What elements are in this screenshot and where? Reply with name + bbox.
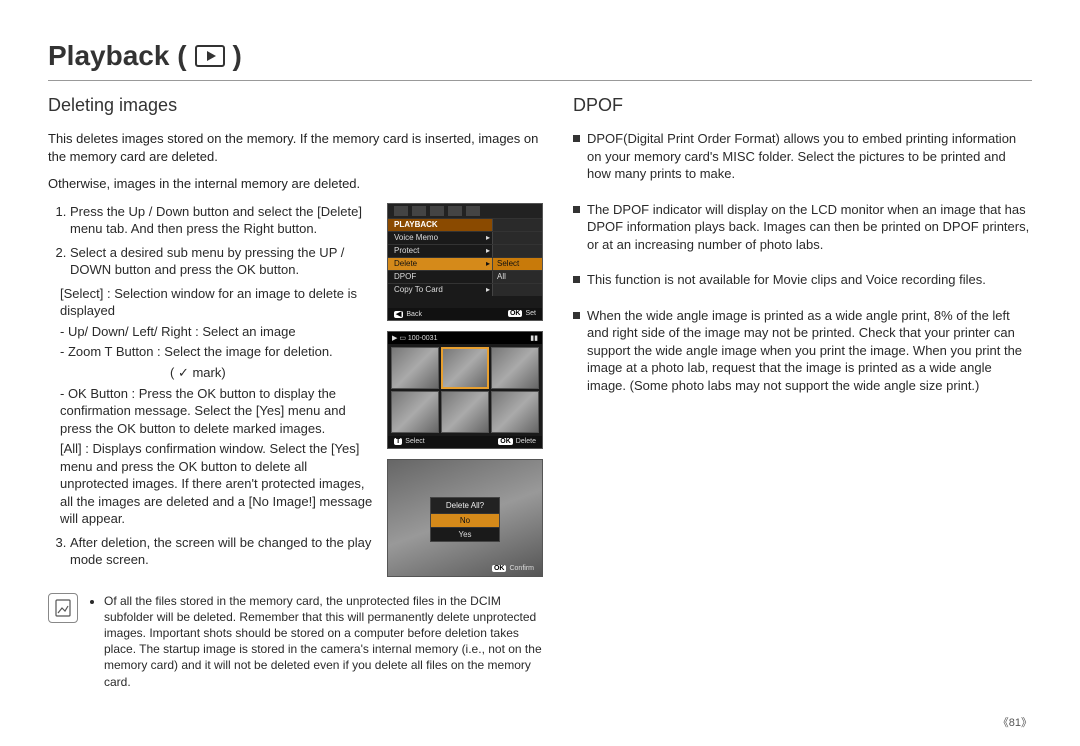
dialog-title: Delete All? [431,498,499,513]
screenshot-dialog: Delete All? No Yes OKConfirm [387,459,543,577]
sub-ok: - OK Button : Press the OK button to dis… [60,385,377,438]
dpof-bullet-3: This function is not available for Movie… [573,271,1032,289]
dpof-bullet-4: When the wide angle image is printed as … [573,307,1032,395]
sub-mark: ( ✓ mark) [170,364,377,382]
note-text: Of all the files stored in the memory ca… [104,593,543,690]
right-column: DPOF DPOF(Digital Print Order Format) al… [573,95,1032,690]
note-box: Of all the files stored in the memory ca… [48,593,543,690]
step-2: Select a desired sub menu by pressing th… [70,244,377,279]
step-1: Press the Up / Down button and select th… [70,203,377,238]
screenshots-column: PLAYBACK Voice Memo▸ Protect▸ Delete▸Sel… [387,203,543,577]
thumb-footer: TSelect OKDelete [388,436,542,448]
step-3: After deletion, the screen will be chang… [70,534,377,569]
sub-zoom: - Zoom T Button : Select the image for d… [60,343,377,361]
menu-row-copy: Copy To Card▸ [388,283,542,296]
dialog-footer: OKConfirm [492,565,534,572]
title-rule [48,80,1032,81]
thumb-topbar: ▶ ▭ 100-0031 ▮▮ [388,332,542,344]
menu-row-protect: Protect▸ [388,244,542,257]
sub-select: [Select] : Selection window for an image… [60,285,377,320]
dpof-bullet-2: The DPOF indicator will display on the L… [573,201,1032,254]
play-icon [195,45,225,67]
note-icon [48,593,78,623]
menu-header: PLAYBACK [388,218,542,231]
right-heading: DPOF [573,95,1032,116]
sub-updown: - Up/ Down/ Left/ Right : Select an imag… [60,323,377,341]
sub-all: [All] : Displays confirmation window. Se… [60,440,377,528]
screenshot-thumbnails: ▶ ▭ 100-0031 ▮▮ TSelect OKDelete [387,331,543,449]
thumb-grid [388,344,542,436]
dpof-bullet-1: DPOF(Digital Print Order Format) allows … [573,130,1032,183]
title-text-start: Playback ( [48,40,187,72]
screenshot-menu: PLAYBACK Voice Memo▸ Protect▸ Delete▸Sel… [387,203,543,321]
title-text-end: ) [233,40,242,72]
menu-row-voicememo: Voice Memo▸ [388,231,542,244]
left-intro-1: This deletes images stored on the memory… [48,130,543,165]
dialog-opt-yes: Yes [431,527,499,541]
menu-row-delete: Delete▸Select [388,257,542,270]
left-column: Deleting images This deletes images stor… [48,95,543,690]
dialog-opt-no: No [431,513,499,527]
page-title: Playback ( ) [48,40,1032,72]
page-number: 《81》 [998,714,1032,730]
menu-row-dpof: DPOFAll [388,270,542,283]
menu-tab-bar [388,204,542,218]
left-heading: Deleting images [48,95,543,116]
left-intro-2: Otherwise, images in the internal memory… [48,175,543,193]
menu-footer: ◀Back OKSet [388,308,542,320]
delete-dialog: Delete All? No Yes [430,497,500,542]
